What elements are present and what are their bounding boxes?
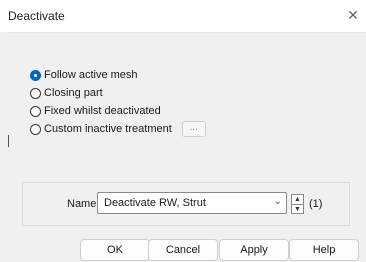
- name-label: Name: [67, 198, 97, 210]
- option-label: Fixed whilst deactivated: [44, 105, 161, 117]
- name-select-value: Deactivate RW, Strut: [104, 197, 206, 209]
- window-title: Deactivate: [8, 9, 65, 23]
- close-icon[interactable]: ✕: [344, 6, 362, 24]
- option-closing-part[interactable]: Closing part: [30, 84, 206, 102]
- radio-follow-active-mesh[interactable]: [30, 69, 41, 81]
- cancel-button[interactable]: Cancel: [148, 239, 218, 261]
- name-stepper[interactable]: ▲ ▼: [291, 194, 304, 214]
- option-label: Closing part: [44, 87, 103, 99]
- step-up-icon[interactable]: ▲: [292, 195, 303, 205]
- option-custom-inactive-treatment[interactable]: Custom inactive treatment ...: [30, 120, 206, 138]
- resize-marker: [8, 135, 9, 147]
- radio-closing-part[interactable]: [30, 87, 41, 99]
- help-button[interactable]: Help: [289, 239, 359, 261]
- name-group: Name Deactivate RW, Strut ⌄ ▲ ▼ (1): [22, 182, 350, 226]
- radio-fixed-whilst-deactivated[interactable]: [30, 105, 41, 117]
- option-label: Follow active mesh: [44, 69, 138, 81]
- chevron-down-icon[interactable]: ⌄: [274, 196, 282, 207]
- step-down-icon[interactable]: ▼: [292, 205, 303, 214]
- title-bar: Deactivate ✕: [0, 0, 366, 33]
- option-fixed-whilst-deactivated[interactable]: Fixed whilst deactivated: [30, 102, 206, 120]
- ok-button[interactable]: OK: [80, 239, 150, 261]
- apply-button[interactable]: Apply: [219, 239, 289, 261]
- custom-treatment-ellipsis-button[interactable]: ...: [181, 121, 206, 137]
- option-follow-active-mesh[interactable]: Follow active mesh: [30, 66, 206, 84]
- radio-custom-inactive-treatment[interactable]: [30, 123, 41, 135]
- left-edge: [0, 32, 8, 262]
- option-label: Custom inactive treatment: [44, 123, 172, 135]
- name-count: (1): [309, 198, 323, 210]
- treatment-options: Follow active mesh Closing part Fixed wh…: [30, 66, 206, 138]
- name-select[interactable]: Deactivate RW, Strut ⌄: [97, 192, 287, 214]
